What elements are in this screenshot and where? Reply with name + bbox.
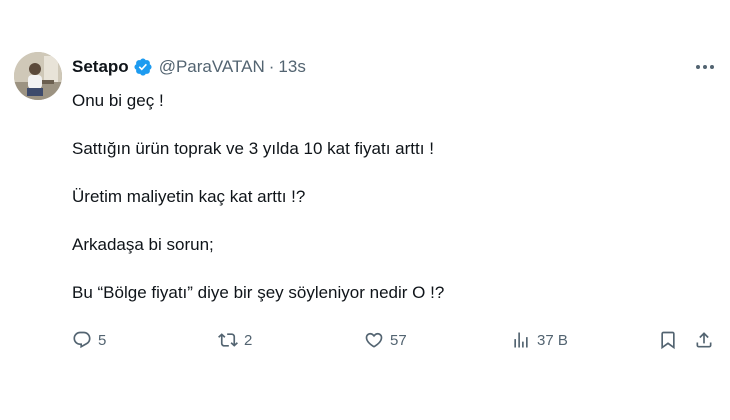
reply-icon xyxy=(73,331,91,349)
share-icon xyxy=(696,332,712,348)
verified-badge-icon xyxy=(133,57,153,77)
reply-button[interactable]: 5 xyxy=(72,328,106,352)
more-options-icon[interactable] xyxy=(694,58,716,76)
avatar-photo xyxy=(14,52,62,100)
heart-icon xyxy=(365,332,383,348)
retweet-icon xyxy=(218,333,238,347)
share-button[interactable] xyxy=(694,328,714,352)
views-button[interactable]: 37 B xyxy=(511,328,568,352)
display-name[interactable]: Setapo xyxy=(72,57,129,77)
bookmark-button[interactable] xyxy=(658,328,678,352)
tweet-line: Sattığın ürün toprak ve 3 yılda 10 kat f… xyxy=(72,139,434,158)
user-handle[interactable]: @ParaVATAN xyxy=(159,57,265,77)
tweet-actions-bar: 5 2 57 37 B xyxy=(72,328,722,352)
timestamp[interactable]: 13s xyxy=(278,57,305,77)
like-button[interactable]: 57 xyxy=(364,328,407,352)
separator-dot: · xyxy=(268,57,275,76)
tweet-text: Onu bi geç ! Sattığın ürün toprak ve 3 y… xyxy=(72,89,712,329)
tweet-card[interactable]: Setapo @ParaVATAN · 13s Onu bi geç ! Sat… xyxy=(0,0,730,420)
reply-count: 5 xyxy=(98,331,107,349)
retweet-count: 2 xyxy=(244,331,253,349)
retweet-button[interactable]: 2 xyxy=(218,328,252,352)
tweet-line: Onu bi geç ! xyxy=(72,91,164,110)
bookmark-icon xyxy=(661,331,675,350)
avatar[interactable] xyxy=(14,52,62,100)
views-count: 37 B xyxy=(537,331,568,349)
tweet-line: Arkadaşa bi sorun; xyxy=(72,235,214,254)
tweet-line: Üretim maliyetin kaç kat arttı !? xyxy=(72,187,306,206)
tweet-line: Bu “Bölge fiyatı” diye bir şey söyleniyo… xyxy=(72,283,445,302)
like-count: 57 xyxy=(390,331,407,349)
tweet-header: Setapo @ParaVATAN · 13s xyxy=(72,55,306,79)
views-icon xyxy=(514,332,528,348)
